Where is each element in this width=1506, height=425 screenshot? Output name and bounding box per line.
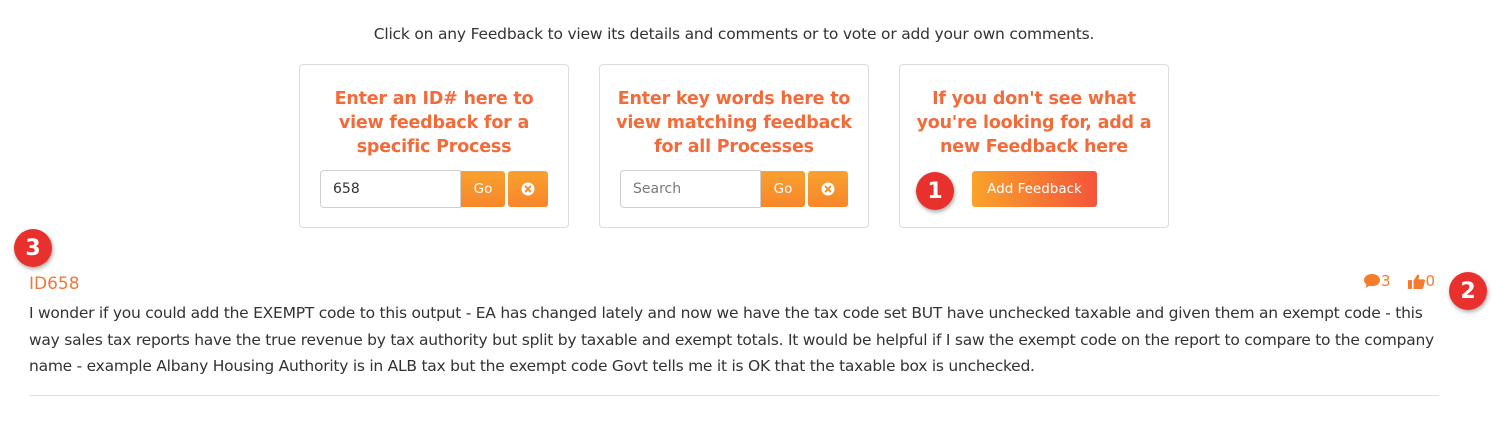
- votes-count-value: 0: [1425, 272, 1436, 290]
- feedback-id-link[interactable]: ID658: [29, 274, 80, 294]
- votes-count[interactable]: 0: [1407, 272, 1436, 290]
- comments-count-value: 3: [1381, 272, 1391, 290]
- intro-text: Click on any Feedback to view its detail…: [373, 25, 1095, 43]
- annotation-marker-2: 2: [1449, 272, 1487, 310]
- feedback-stats: 3 0: [1363, 272, 1435, 290]
- id-search-panel: Enter an ID# here to view feedback for a…: [299, 64, 569, 228]
- id-input[interactable]: [320, 170, 461, 208]
- times-circle-icon: [521, 182, 535, 196]
- id-search-row: Go: [320, 170, 548, 208]
- times-circle-icon: [821, 182, 835, 196]
- id-clear-button[interactable]: [508, 171, 548, 207]
- id-go-button[interactable]: Go: [461, 171, 505, 207]
- comment-icon: [1364, 274, 1380, 288]
- annotation-marker-1: 1: [916, 172, 954, 210]
- feedback-description[interactable]: I wonder if you could add the EXEMPT cod…: [29, 300, 1439, 380]
- annotation-marker-3: 3: [14, 229, 52, 267]
- thumbs-up-icon: [1407, 274, 1425, 289]
- keyword-search-input[interactable]: [620, 170, 761, 208]
- keyword-search-row: Go: [620, 170, 848, 208]
- keyword-clear-button[interactable]: [808, 171, 848, 207]
- keyword-search-panel: Enter key words here to view matching fe…: [599, 64, 869, 228]
- id-search-title: Enter an ID# here to view feedback for a…: [334, 89, 534, 157]
- comments-count[interactable]: 3: [1363, 272, 1391, 290]
- add-feedback-button[interactable]: Add Feedback: [972, 171, 1097, 207]
- keyword-search-title: Enter key words here to view matching fe…: [616, 89, 852, 157]
- keyword-go-button[interactable]: Go: [761, 171, 805, 207]
- add-feedback-title: If you don't see what you're looking for…: [916, 89, 1152, 157]
- feedback-divider: [29, 395, 1439, 396]
